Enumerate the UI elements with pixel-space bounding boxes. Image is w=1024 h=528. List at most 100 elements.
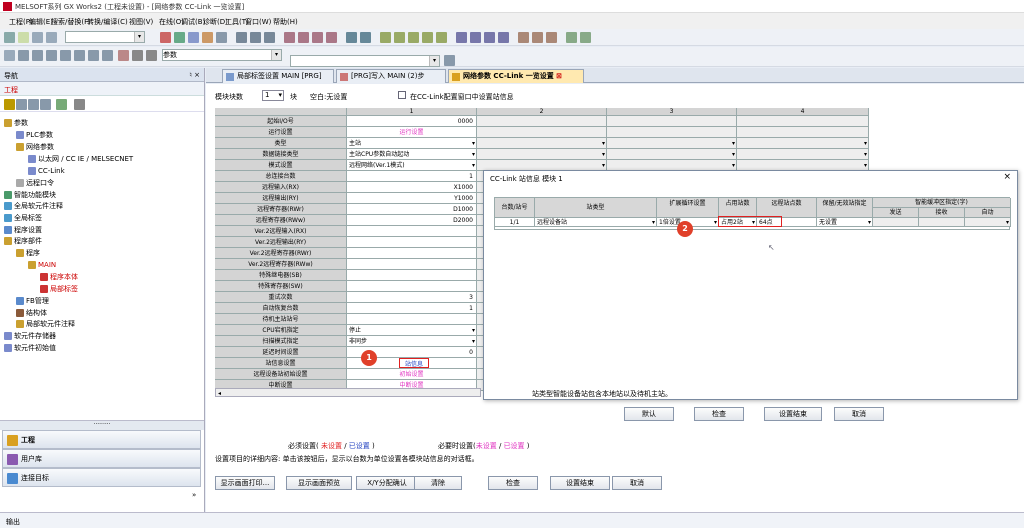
tree-node-0[interactable]: 参数 (4, 118, 28, 128)
bottom-button-3[interactable]: 清除 (414, 476, 462, 490)
station-info-button[interactable]: 站信息 (399, 358, 429, 368)
tree-node-18[interactable]: 软元件存储器 (4, 331, 56, 341)
dialog-check-button[interactable]: 检查 (694, 407, 744, 421)
bottom-button-1[interactable]: 显示画面预览 (286, 476, 352, 490)
grid-cell-module-1[interactable]: 初始设置 (347, 369, 477, 380)
grid-cell-module-1[interactable]: 运行设置 (347, 127, 477, 138)
cell-station-no: 1/1 (495, 218, 535, 227)
grid-cell-module-1[interactable]: Y1000 (347, 193, 477, 204)
tree-node-12[interactable]: MAIN (28, 260, 56, 270)
station-info-checkbox[interactable] (398, 91, 406, 99)
tab-cclink[interactable]: 网络参数 CC-Link 一览设置 ⊠ (448, 69, 584, 83)
grid-cell-module-4[interactable] (737, 127, 869, 138)
tab-close-icon[interactable]: ⊠ (556, 72, 562, 80)
grid-cell-module-1[interactable] (347, 270, 477, 281)
bottom-button-6[interactable]: 取消 (612, 476, 662, 490)
menu-item-6[interactable]: 调试(B) (181, 17, 205, 27)
grid-cell-module-1[interactable]: 0000 (347, 116, 477, 127)
splitter[interactable]: ········· (0, 420, 204, 430)
tree-node-2[interactable]: 网络参数 (16, 142, 54, 152)
nav-expand-icon[interactable]: » (192, 491, 196, 499)
tab-prg-write[interactable]: [PRG]写入 MAIN (2)步 (336, 69, 446, 83)
grid-cell-module-2[interactable] (477, 127, 607, 138)
grid-cell-module-1[interactable]: 主站CPU参数自动起动 (347, 149, 477, 160)
grid-cell-module-2[interactable] (477, 149, 607, 160)
nav-project-label: 工程 (4, 86, 18, 94)
empty-label: 空白:无设置 (310, 93, 348, 101)
cell-reserve[interactable]: 无设置 (817, 218, 873, 227)
grid-cell-module-1[interactable]: X1000 (347, 182, 477, 193)
grid-cell-module-1[interactable]: 1 (347, 171, 477, 182)
menu-item-9[interactable]: 窗口(W) (245, 17, 271, 27)
grid-row-label: 远程输出(RY) (215, 193, 347, 204)
grid-cell-module-1[interactable]: 3 (347, 292, 477, 303)
grid-cell-module-1[interactable]: 1 (347, 303, 477, 314)
bottom-button-4[interactable]: 检查 (488, 476, 538, 490)
grid-row-label: Ver.2远程寄存器(RWr) (215, 248, 347, 259)
grid-cell-module-3[interactable] (607, 127, 737, 138)
nav-pin-close[interactable]: ♮ × (189, 71, 200, 79)
grid-cell-module-1[interactable] (347, 237, 477, 248)
tree-node-15[interactable]: FB管理 (16, 296, 49, 306)
bottom-button-2[interactable]: X/Y分配确认 (356, 476, 418, 490)
tree-node-17[interactable]: 局部软元件注释 (16, 319, 75, 329)
grid-cell-module-1[interactable] (347, 248, 477, 259)
grid-cell-module-1[interactable] (347, 226, 477, 237)
dialog-finish-button[interactable]: 设置结束 (764, 407, 822, 421)
grid-cell-module-1[interactable]: D1000 (347, 204, 477, 215)
grid-cell-module-4[interactable] (737, 116, 869, 127)
grid-cell-module-1[interactable]: 停止 (347, 325, 477, 336)
tree-node-19[interactable]: 软元件初始值 (4, 343, 56, 353)
grid-cell-module-1[interactable]: 主站 (347, 138, 477, 149)
tab-local-label[interactable]: 局部标签设置 MAIN [PRG] (222, 69, 334, 83)
cell-station-type[interactable]: 远程设备站 (535, 218, 657, 227)
menu-item-2[interactable]: 搜索/替换(F) (51, 17, 91, 27)
menu-item-10[interactable]: 帮助(H) (273, 17, 298, 27)
toolbar-search-combo[interactable]: 参数 ▾ (162, 49, 282, 61)
tree-node-13[interactable]: 程序本体 (40, 272, 78, 282)
tree-node-1[interactable]: PLC参数 (16, 130, 53, 140)
menu-item-1[interactable]: 编辑(E) (29, 17, 53, 27)
tree-node-icon (28, 167, 36, 175)
module-count-select[interactable]: 1 ▾ (262, 90, 284, 101)
dialog-cancel-button[interactable]: 取消 (834, 407, 884, 421)
bottom-button-0[interactable]: 显示画面打印... (215, 476, 275, 490)
nav-button-project[interactable]: 工程 (2, 430, 201, 449)
tree-node-6[interactable]: 智能功能模块 (4, 190, 56, 200)
grid-cell-module-1[interactable]: 非同步 (347, 336, 477, 347)
dialog-close-icon[interactable]: × (1003, 172, 1011, 182)
grid-cell-module-3[interactable] (607, 138, 737, 149)
grid-cell-module-2[interactable] (477, 138, 607, 149)
grid-cell-module-1[interactable] (347, 281, 477, 292)
tree-node-7[interactable]: 全局软元件注释 (4, 201, 63, 211)
tree-node-14[interactable]: 局部标签 (40, 284, 78, 294)
tree-node-3[interactable]: 以太网 / CC IE / MELSECNET (28, 154, 133, 164)
grid-cell-module-1[interactable] (347, 314, 477, 325)
grid-cell-module-3[interactable] (607, 116, 737, 127)
menu-item-3[interactable]: 转换/编译(C) (87, 17, 128, 27)
grid-row-label: Ver.2远程输入(RX) (215, 226, 347, 237)
tree-node-16[interactable]: 结构体 (16, 308, 47, 318)
nav-button-connection[interactable]: 连接目标 (2, 468, 201, 487)
toolbar-combo-2[interactable]: ▾ (290, 55, 440, 67)
tree-node-11[interactable]: 程序 (16, 248, 40, 258)
app-icon (3, 2, 12, 11)
default-button[interactable]: 默认 (624, 407, 674, 421)
grid-cell-module-1[interactable]: D2000 (347, 215, 477, 226)
menu-item-4[interactable]: 视图(V) (129, 17, 153, 27)
grid-cell-module-3[interactable] (607, 149, 737, 160)
grid-cell-module-4[interactable] (737, 138, 869, 149)
grid-scrollbar[interactable]: ◂ (215, 388, 481, 397)
tree-node-4[interactable]: CC-Link (28, 166, 65, 176)
grid-cell-module-1[interactable] (347, 259, 477, 270)
tree-node-10[interactable]: 程序部件 (4, 236, 42, 246)
toolbar-combo-1[interactable]: ▾ (65, 31, 145, 43)
nav-button-user-library[interactable]: 用户库 (2, 449, 201, 468)
bottom-button-5[interactable]: 设置结束 (550, 476, 610, 490)
tree-node-9[interactable]: 程序设置 (4, 225, 42, 235)
grid-cell-module-4[interactable] (737, 149, 869, 160)
tree-node-5[interactable]: 远程口令 (16, 178, 54, 188)
tree-node-8[interactable]: 全局标签 (4, 213, 42, 223)
grid-cell-module-1[interactable]: 远程网络(Ver.1模式) (347, 160, 477, 171)
grid-cell-module-2[interactable] (477, 116, 607, 127)
